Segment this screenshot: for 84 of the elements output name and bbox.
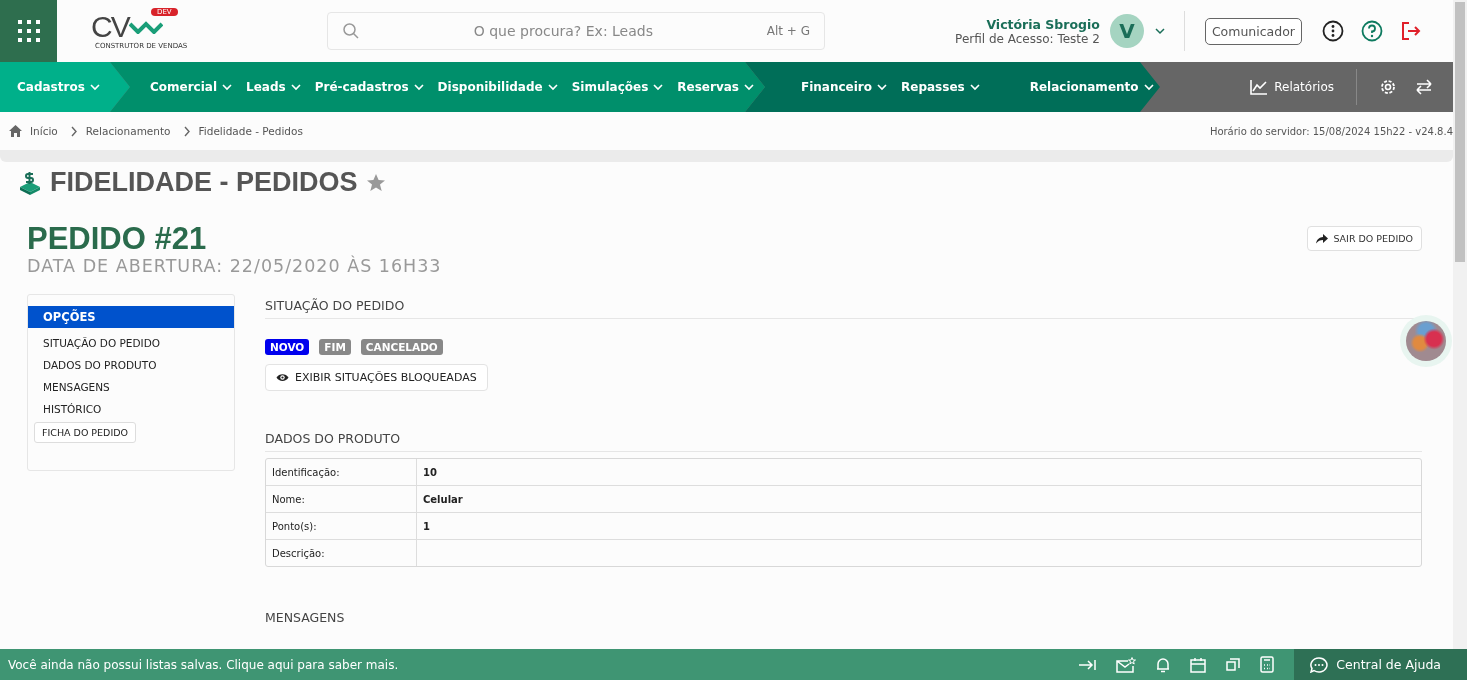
table-cell: Nome: bbox=[266, 486, 417, 512]
search-icon bbox=[342, 22, 360, 40]
show-blocked-button[interactable]: EXIBIR SITUAÇÕES BLOQUEADAS bbox=[265, 364, 488, 391]
menu-item[interactable]: Disponibilidade bbox=[437, 80, 558, 94]
calculator-icon[interactable] bbox=[1260, 656, 1275, 673]
chevron-down-icon bbox=[1143, 83, 1154, 91]
communicator-button[interactable]: Comunicador bbox=[1204, 17, 1302, 45]
chevron-down-icon bbox=[222, 83, 233, 91]
options-link[interactable]: DADOS DO PRODUTO bbox=[28, 354, 172, 376]
menu-item[interactable]: Financeiro bbox=[801, 80, 888, 94]
chat-bubble-icon bbox=[1310, 656, 1329, 673]
options-link[interactable]: HISTÓRICO bbox=[28, 398, 117, 420]
chevron-down-icon bbox=[290, 83, 301, 91]
server-time: Horário do servidor: 15/08/2024 15h22 - v24.8.4 bbox=[1209, 125, 1453, 137]
menu-item[interactable]: Repasses bbox=[901, 80, 980, 94]
chevron-right-icon bbox=[182, 125, 191, 137]
section-heading: MENSAGENS bbox=[265, 610, 346, 627]
logo-text: CV bbox=[91, 12, 129, 42]
home-icon bbox=[9, 125, 22, 137]
chevron-down-icon bbox=[413, 83, 424, 91]
calendar-icon[interactable] bbox=[1190, 656, 1207, 673]
logout-icon[interactable] bbox=[1400, 20, 1422, 42]
table-cell-text: Celular bbox=[422, 492, 464, 507]
saved-lists-message[interactable]: Você ainda não possui listas salvas. Clique aqui para saber mais. bbox=[0, 657, 399, 672]
breadcrumb-link[interactable]: Início bbox=[30, 125, 58, 137]
search-bar[interactable]: O que procura? Ex: Leads Alt + G bbox=[327, 12, 825, 50]
shortcut-hint: Alt + G bbox=[766, 24, 810, 38]
options-header: OPÇÕES bbox=[28, 306, 234, 328]
windows-icon[interactable] bbox=[1226, 657, 1241, 672]
reports-link[interactable]: Relatórios bbox=[1250, 79, 1334, 95]
order-title: PEDIDO #21 bbox=[27, 222, 208, 256]
swap-arrows-icon[interactable] bbox=[1415, 79, 1433, 95]
chevron-down-icon bbox=[969, 83, 980, 91]
chevron-down-icon bbox=[547, 83, 558, 91]
chevron-right-icon bbox=[69, 125, 78, 137]
menu-item[interactable]: Leads bbox=[246, 80, 301, 94]
chevron-down-icon bbox=[89, 83, 100, 91]
apps-menu-button[interactable] bbox=[0, 0, 57, 62]
user-avatar[interactable]: V bbox=[1109, 14, 1144, 48]
money-stack-icon bbox=[18, 170, 42, 195]
chevron-down-icon[interactable] bbox=[1153, 27, 1166, 35]
table-cell: Descrição: bbox=[266, 540, 417, 566]
star-icon[interactable] bbox=[365, 172, 386, 193]
section-heading: SITUAÇÃO DO PEDIDO bbox=[265, 298, 1422, 319]
table-cell: Identificação: bbox=[266, 459, 417, 485]
user-profile: Perfil de Acesso: Teste 2 bbox=[955, 31, 1100, 46]
page-title: FIDELIDADE - PEDIDOS bbox=[50, 167, 358, 198]
breadcrumb-link[interactable]: Fidelidade - Pedidos bbox=[198, 125, 303, 137]
menu-item[interactable]: Comercial bbox=[150, 80, 233, 94]
breadcrumb-link[interactable]: Relacionamento bbox=[85, 125, 171, 137]
menu-item[interactable]: Simulações bbox=[571, 80, 664, 94]
options-link[interactable]: MENSAGENS bbox=[28, 376, 125, 398]
order-opening-date: DATA DE ABERTURA: 22/05/2020 ÀS 16H33 bbox=[27, 256, 442, 276]
user-name: Victória Sbrogio bbox=[986, 16, 1100, 32]
menu-item[interactable]: Relacionamento bbox=[1029, 80, 1154, 94]
share-arrow-icon bbox=[1316, 233, 1329, 244]
table-cell-text: 10 bbox=[422, 465, 438, 480]
more-options-icon[interactable] bbox=[1322, 20, 1344, 42]
bell-icon[interactable] bbox=[1156, 656, 1171, 673]
wave-icon bbox=[128, 20, 163, 34]
table-cell: Ponto(s): bbox=[266, 513, 417, 539]
menu-item[interactable]: Pré-cadastros bbox=[314, 80, 424, 94]
status-tag[interactable]: FIM bbox=[319, 339, 351, 355]
table-cell-text: 1 bbox=[422, 519, 431, 534]
line-chart-icon bbox=[1250, 79, 1269, 95]
help-icon[interactable] bbox=[1361, 20, 1383, 42]
grid-icon bbox=[16, 19, 41, 43]
chevron-down-icon bbox=[743, 83, 754, 91]
status-tag[interactable]: NOVO bbox=[265, 339, 310, 355]
options-link[interactable]: SITUAÇÃO DO PEDIDO bbox=[28, 332, 175, 354]
exit-order-button[interactable]: SAIR DO PEDIDO bbox=[1307, 226, 1422, 251]
menu-item[interactable]: Reservas bbox=[677, 80, 754, 94]
collapse-arrow-icon[interactable] bbox=[1078, 657, 1097, 672]
eye-icon bbox=[276, 373, 289, 382]
section-heading: DADOS DO PRODUTO bbox=[265, 431, 1422, 452]
search-field[interactable]: O que procura? Ex: Leads bbox=[370, 22, 757, 40]
help-center-button[interactable]: Central de Ajuda bbox=[1294, 649, 1467, 680]
order-sheet-button[interactable]: FICHA DO PEDIDO bbox=[34, 422, 136, 443]
status-tag[interactable]: CANCELADO bbox=[360, 339, 443, 355]
chevron-down-icon bbox=[877, 83, 888, 91]
settings-icon[interactable] bbox=[1379, 78, 1397, 96]
chevron-down-icon bbox=[653, 83, 664, 91]
scrollbar-thumb[interactable] bbox=[1455, 2, 1465, 262]
mail-star-icon[interactable] bbox=[1116, 656, 1137, 673]
